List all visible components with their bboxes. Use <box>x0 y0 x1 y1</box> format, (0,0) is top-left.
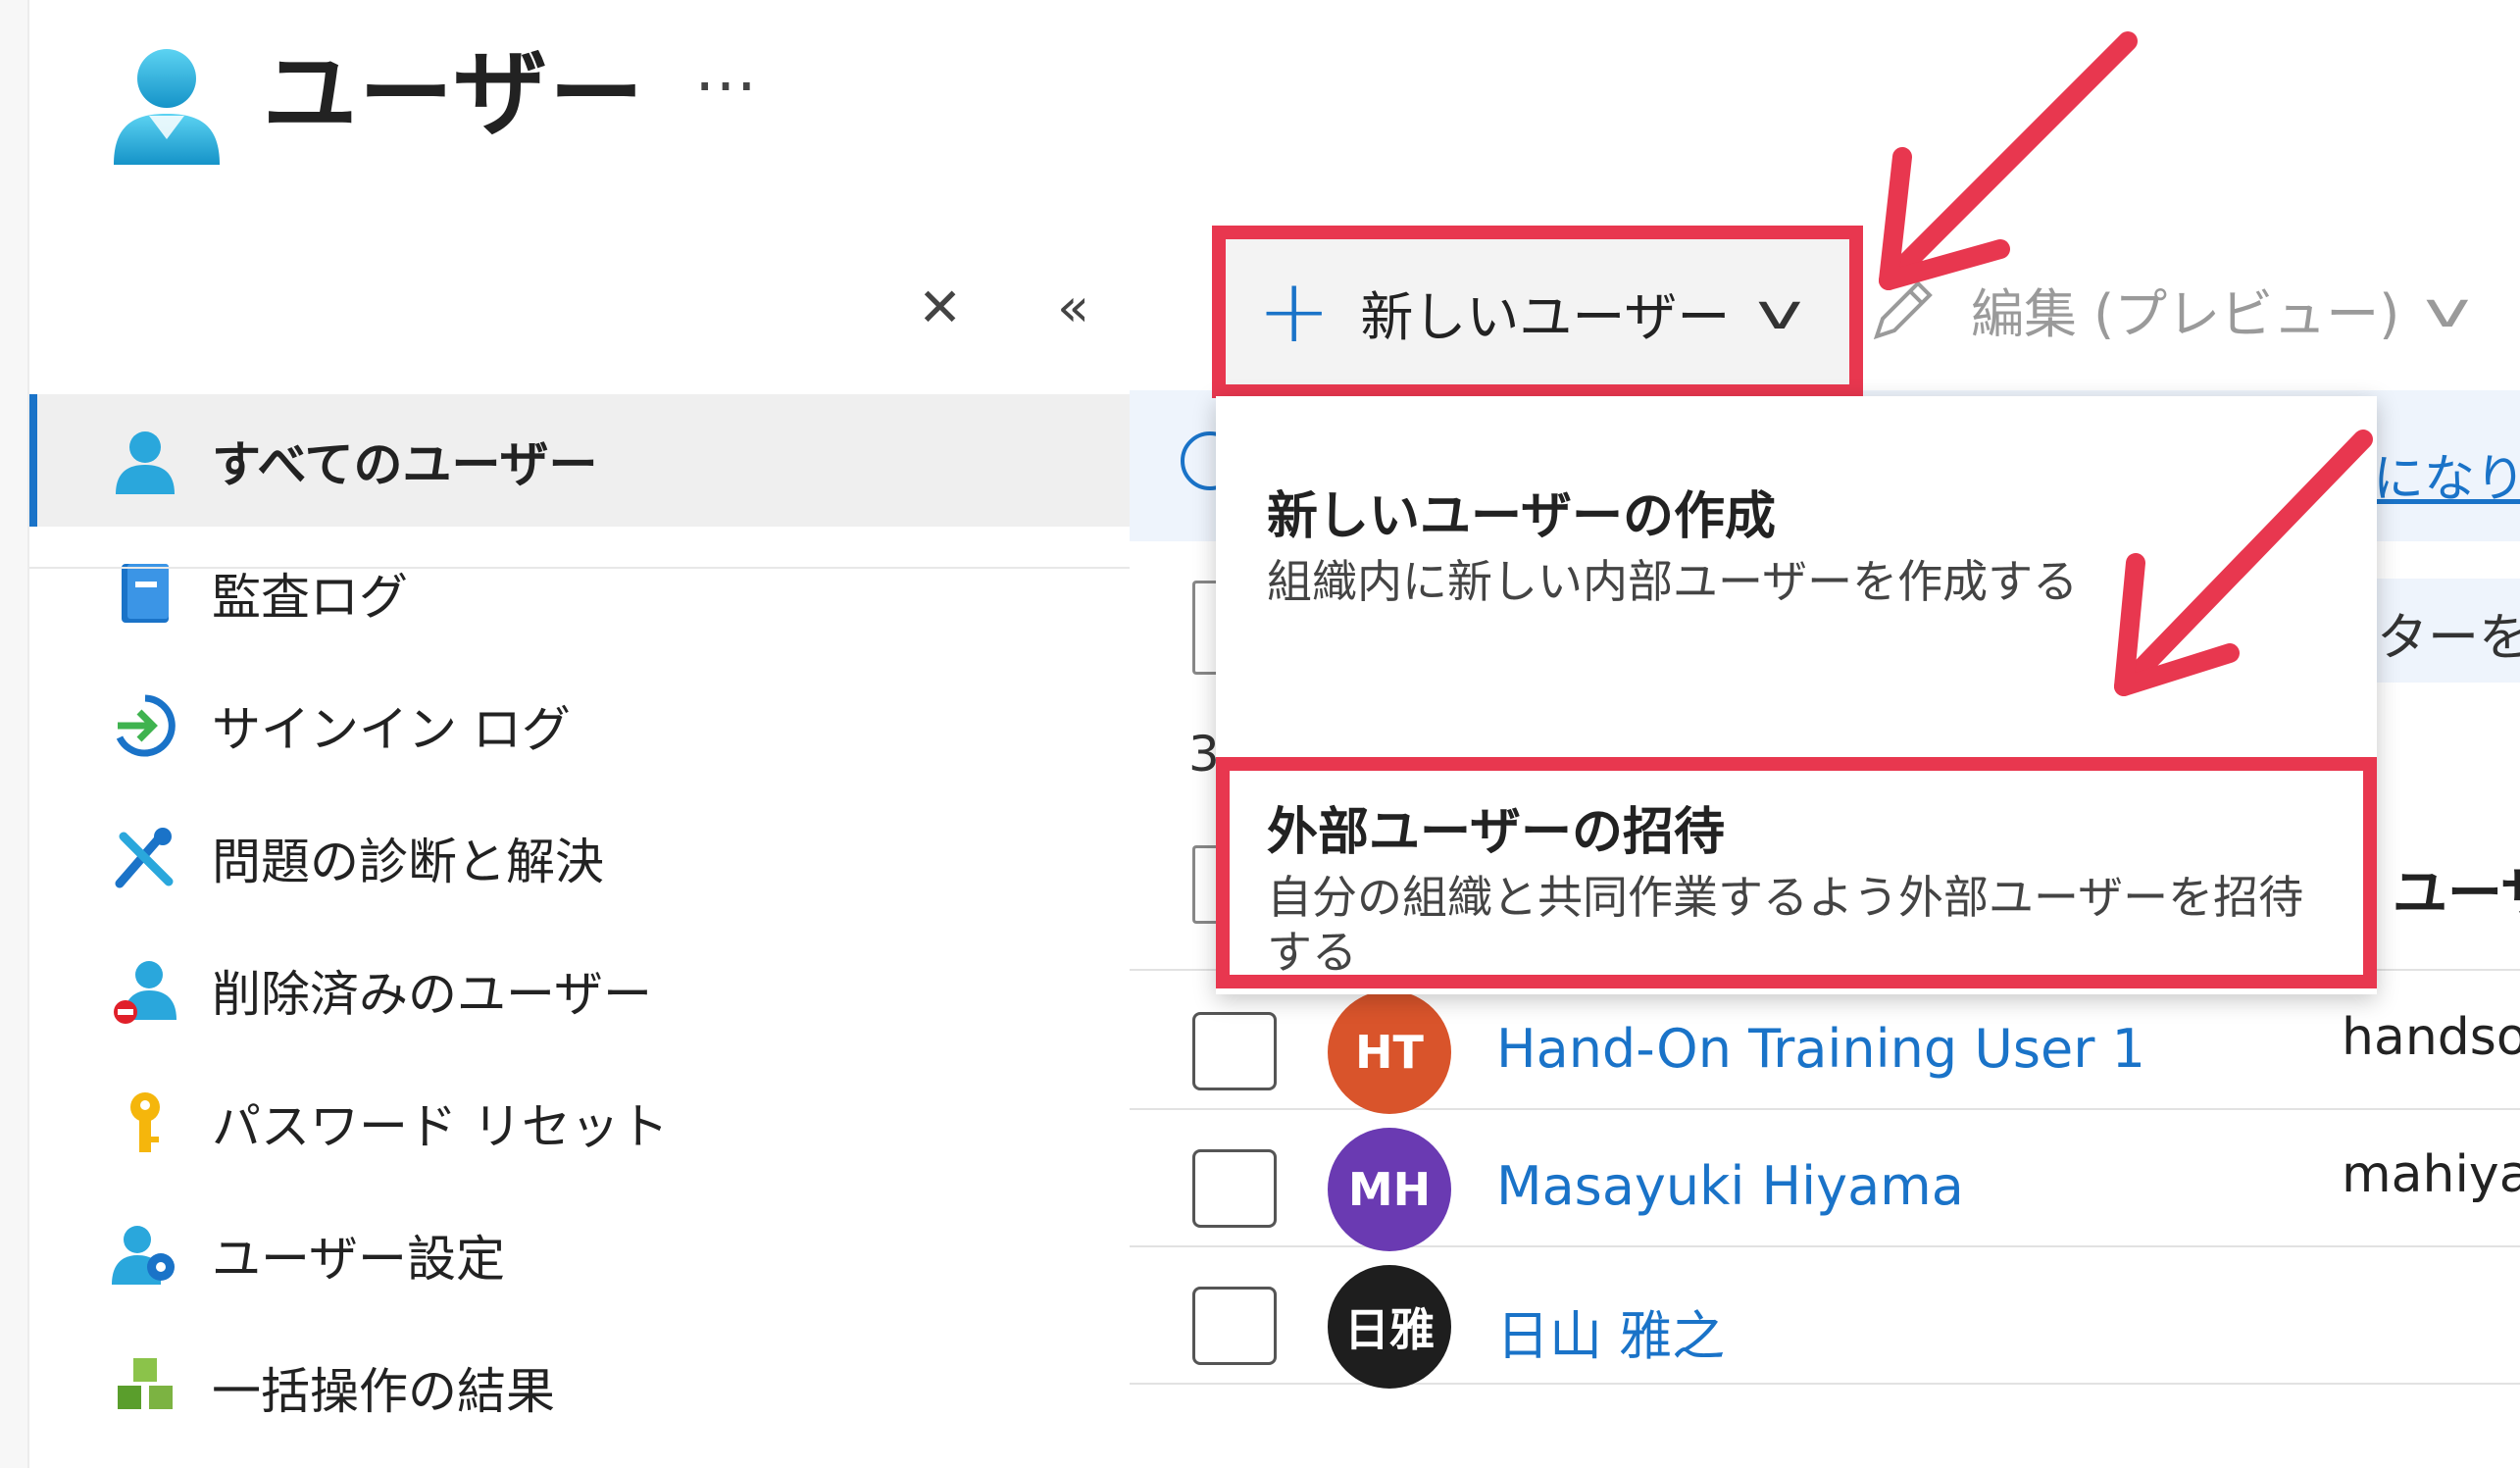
plus-icon: + <box>1257 260 1332 363</box>
sidebar-item-label: パスワード リセット <box>212 1097 669 1155</box>
table-row[interactable]: 日雅 日山 雅之 <box>1130 1247 2520 1389</box>
pencil-icon <box>1873 279 1933 339</box>
key-icon <box>130 1091 160 1152</box>
arrow-to-new-user-button <box>1879 31 2138 290</box>
deleted-user-icon <box>114 960 176 1024</box>
new-user-dropdown-menu: 新しいユーザーの作成 組織内に新しい内部ユーザーを作成する 外部ユーザーの招待 … <box>1216 396 2377 994</box>
chevron-down-icon: v <box>1756 283 1803 340</box>
filter-button-label: ターを <box>2377 609 2520 668</box>
user-principal-name: mahiyar <box>2342 1145 2520 1204</box>
more-options-button[interactable]: … <box>694 33 763 106</box>
page-title: ユーザー <box>263 39 646 149</box>
row-checkbox[interactable] <box>1192 1287 1277 1365</box>
cubes-icon <box>118 1357 173 1409</box>
row-checkbox[interactable] <box>1192 1012 1277 1090</box>
edit-preview-label: 編集 (プレビュー) <box>1971 283 2400 345</box>
new-user-button-label: 新しいユーザー <box>1360 285 1731 348</box>
user-principal-name: handso <box>2342 1008 2520 1067</box>
sidebar-item-label: ユーザー設定 <box>212 1230 505 1288</box>
menu-item-title: 外部ユーザーの招待 <box>1267 803 1725 862</box>
sidebar-item-user-settings[interactable]: ユーザー設定 <box>29 1189 1130 1321</box>
avatar: 日雅 <box>1328 1265 1451 1389</box>
sidebar-item-sign-in-log[interactable]: サインイン ログ <box>29 659 1130 791</box>
user-settings-icon <box>112 1225 175 1285</box>
table-row[interactable]: MH Masayuki Hiyama mahiyar <box>1130 1110 2520 1251</box>
sidebar-nav: すべてのユーザー 監査ログ サインイン ログ 問題の診断と解決 削除済みのユーザ… <box>29 394 1130 1453</box>
collapse-sidebar-icon[interactable]: « <box>1057 277 1089 338</box>
menu-item-invite-external-user[interactable]: 外部ユーザーの招待 自分の組織と共同作業するよう外部ユーザーを招待する <box>1216 757 2377 988</box>
menu-item-title: 新しいユーザーの作成 <box>1267 487 1776 546</box>
sidebar-item-label: 削除済みのユーザー <box>212 965 652 1023</box>
menu-item-create-user[interactable]: 新しいユーザーの作成 組織内に新しい内部ユーザーを作成する <box>1216 475 2377 609</box>
sidebar-item-label: 問題の診断と解決 <box>212 833 604 890</box>
chevron-down-icon: v <box>2424 280 2471 338</box>
sidebar-item-bulk-results[interactable]: 一括操作の結果 <box>29 1321 1130 1453</box>
sidebar-item-deleted-users[interactable]: 削除済みのユーザー <box>29 924 1130 1056</box>
sidebar-item-diagnose[interactable]: 問題の診断と解決 <box>29 791 1130 924</box>
user-page-icon <box>114 49 220 165</box>
sidebar-item-audit-log[interactable]: 監査ログ <box>29 527 1130 659</box>
sidebar-item-all-users[interactable]: すべてのユーザー <box>29 394 1130 527</box>
sidebar-item-label: すべてのユーザー <box>212 435 598 493</box>
avatar: MH <box>1328 1128 1451 1251</box>
user-name-link[interactable]: Masayuki Hiyama <box>1496 1155 1964 1217</box>
sidebar-item-password-reset[interactable]: パスワード リセット <box>29 1056 1130 1189</box>
close-icon[interactable]: ✕ <box>918 277 962 338</box>
wrench-icon <box>115 827 174 887</box>
book-icon <box>122 563 169 623</box>
sidebar-divider <box>29 567 1130 569</box>
menu-item-description: 自分の組織と共同作業するよう外部ユーザーを招待する <box>1267 871 2304 979</box>
info-banner-link[interactable]: になり <box>2373 437 2520 511</box>
user-name-link[interactable]: Hand-On Training User 1 <box>1496 1018 2145 1080</box>
sidebar-item-label: 一括操作の結果 <box>212 1362 555 1420</box>
menu-item-description: 組織内に新しい内部ユーザーを作成する <box>1267 555 2079 608</box>
user-name-link[interactable]: 日山 雅之 <box>1496 1292 1725 1370</box>
column-header-upn[interactable]: ユーザ <box>2393 849 2520 929</box>
avatar: HT <box>1328 990 1451 1114</box>
edit-preview-button[interactable]: 編集 (プレビュー) v <box>1869 271 2471 348</box>
new-user-button[interactable]: + 新しいユーザー v <box>1212 226 1863 398</box>
sign-in-icon <box>116 694 176 756</box>
sidebar-item-label: サインイン ログ <box>212 700 571 758</box>
user-icon <box>116 430 175 494</box>
left-chrome-edge <box>0 0 29 1468</box>
row-checkbox[interactable] <box>1192 1149 1277 1228</box>
